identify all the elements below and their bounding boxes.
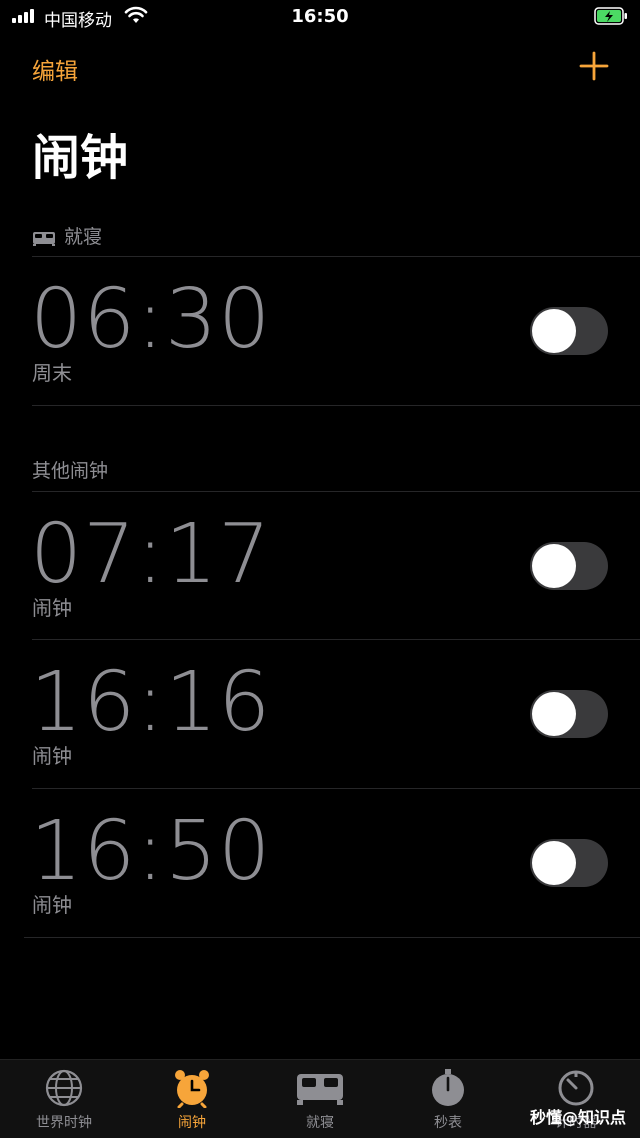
toggle-knob [532, 841, 576, 885]
tab-bar: 世界时钟 闹钟 就寝 秒表 计时器 秒懂@知识点 [0, 1059, 640, 1138]
tab-bedtime[interactable]: 就寝 [256, 1068, 384, 1132]
tab-world-clock[interactable]: 世界时钟 [0, 1068, 128, 1132]
status-time: 16:50 [291, 6, 349, 27]
toggle-knob [532, 692, 576, 736]
tab-label: 闹钟 [178, 1115, 206, 1131]
globe-icon [45, 1069, 83, 1107]
alarm-clock-icon [175, 1070, 209, 1108]
alarm-label: 闹钟 [32, 596, 72, 620]
divider [24, 937, 640, 938]
alarm-time: 07:17 [30, 507, 272, 602]
alarm-label: 闹钟 [32, 893, 72, 917]
bed-icon [33, 231, 55, 246]
alarm-toggle[interactable] [530, 690, 608, 738]
tab-alarm[interactable]: 闹钟 [128, 1068, 256, 1132]
tab-label: 就寝 [306, 1115, 334, 1131]
battery-charging-icon [594, 7, 627, 25]
page-title: 闹钟 [32, 130, 129, 186]
watermark: 秒懂@知识点 [529, 1108, 626, 1127]
timer-icon [558, 1070, 594, 1106]
divider [32, 405, 640, 406]
alarm-time: 06:30 [30, 272, 272, 367]
other-alarms-section-header: 其他闹钟 [32, 460, 109, 482]
alarm-toggle[interactable] [530, 307, 608, 355]
bedtime-section-label: 就寝 [64, 226, 103, 248]
alarm-time: 16:16 [30, 655, 272, 750]
status-bar: 中国移动 16:50 [0, 0, 640, 34]
toggle-knob [532, 309, 576, 353]
alarm-toggle[interactable] [530, 542, 608, 590]
alarm-row-bedtime[interactable]: 06:30 周末 [0, 257, 640, 405]
alarm-toggle[interactable] [530, 839, 608, 887]
bedtime-section-header: 就寝 [32, 222, 102, 249]
alarm-time: 16:50 [30, 804, 272, 899]
tab-stopwatch[interactable]: 秒表 [384, 1068, 512, 1132]
alarm-row[interactable]: 16:50 闹钟 [0, 789, 640, 937]
alarm-label: 闹钟 [32, 744, 72, 768]
alarm-row[interactable]: 07:17 闹钟 [0, 492, 640, 640]
toggle-knob [532, 544, 576, 588]
edit-button[interactable]: 编辑 [32, 52, 78, 86]
alarm-label: 周末 [32, 361, 72, 385]
alarm-row[interactable]: 16:16 闹钟 [0, 640, 640, 788]
add-alarm-button[interactable] [578, 50, 610, 82]
stopwatch-icon [432, 1069, 464, 1106]
tab-label: 秒表 [434, 1115, 462, 1131]
bed-icon [297, 1074, 343, 1105]
tab-label: 世界时钟 [36, 1115, 92, 1131]
